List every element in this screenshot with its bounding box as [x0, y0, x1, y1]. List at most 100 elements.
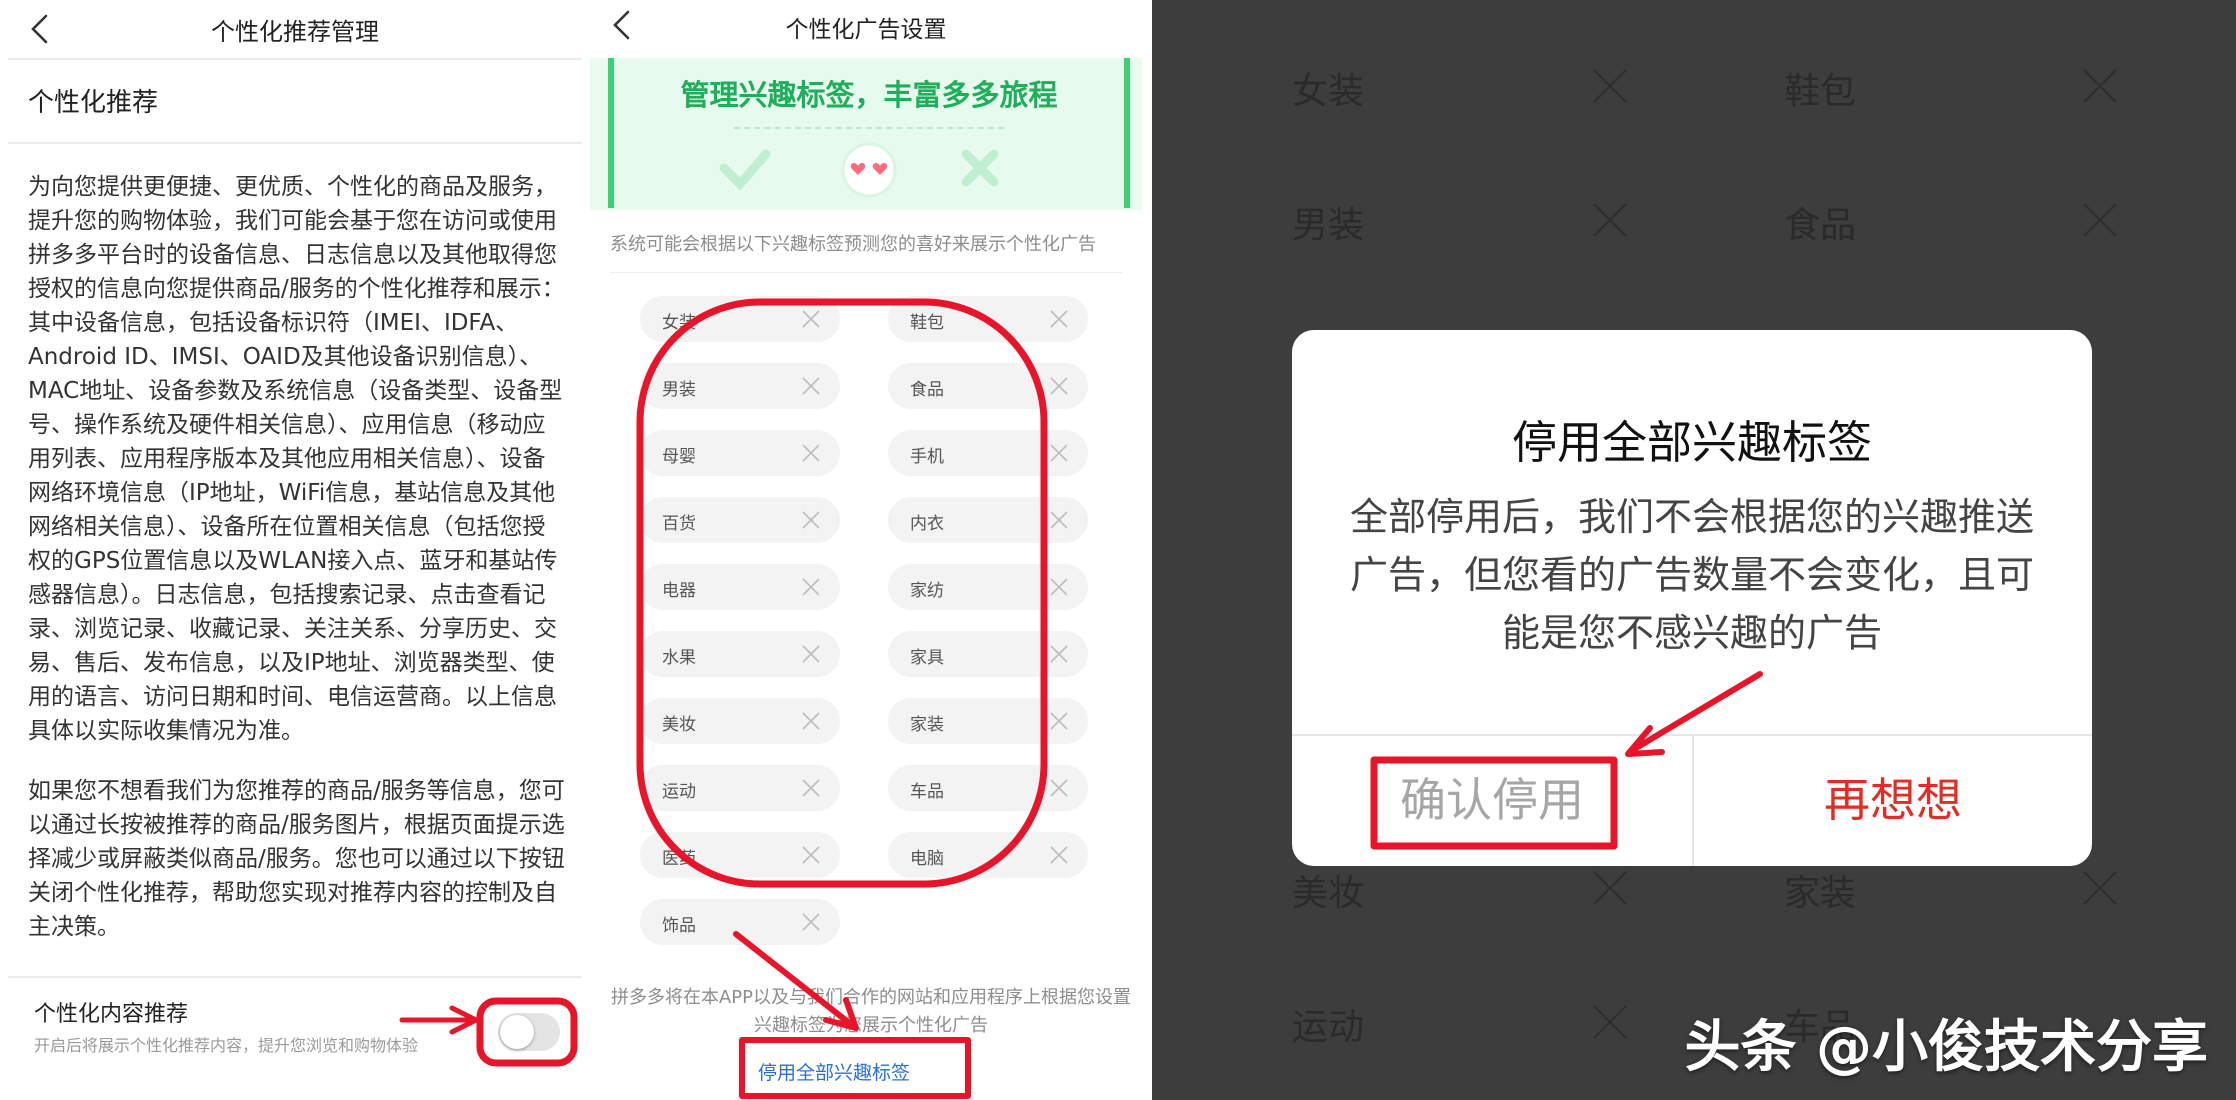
divider: [8, 142, 582, 144]
remove-tag-icon[interactable]: [802, 578, 820, 596]
tag-chip[interactable]: 鞋包: [888, 296, 1088, 342]
setting-description: 开启后将展示个性化推荐内容，提升您浏览和购物体验: [34, 1036, 419, 1055]
tag-chip[interactable]: 家纺: [888, 564, 1088, 610]
disable-all-tags-link[interactable]: 停用全部兴趣标签: [758, 1058, 910, 1085]
watermark: 头条 @小俊技术分享: [1684, 1015, 2209, 1080]
cancel-button[interactable]: 再想想: [1694, 734, 2092, 866]
close-icon: [1593, 871, 1627, 905]
confirm-dialog-panel: 女装 鞋包 男装 食品 美妆 家装 运动 车品 停用全部兴趣标签 全部停用后，我…: [1152, 0, 2236, 1100]
close-icon: [2083, 203, 2117, 237]
divider: [8, 976, 582, 978]
interest-hint: 系统可能会根据以下兴趣标签预测您的喜好来展示个性化广告: [610, 234, 1096, 255]
background-tag: 食品: [1784, 205, 1857, 246]
remove-tag-icon[interactable]: [802, 444, 820, 462]
personalized-content-toggle[interactable]: [498, 1013, 560, 1051]
remove-tag-icon[interactable]: [1050, 444, 1068, 462]
recommendation-settings-panel: 个性化推荐管理 个性化推荐 为向您提供更便捷、更优质、个性化的商品及服务，提升您…: [0, 0, 590, 1100]
tag-chip[interactable]: 水果: [640, 631, 840, 677]
description-paragraph: 为向您提供更便捷、更优质、个性化的商品及服务，提升您的购物体验，我们可能会基于您…: [28, 174, 565, 744]
setting-label: 个性化内容推荐: [34, 1002, 189, 1027]
ad-footnote: 拼多多将在本APP以及与我们合作的网站和应用程序上根据您设置兴趣标签为您展示个性…: [610, 987, 1132, 1036]
divider: [610, 272, 1122, 273]
banner-frame: 管理兴趣标签，丰富多多旅程: [608, 58, 1130, 208]
tag-label: 车品: [910, 782, 944, 802]
remove-tag-icon[interactable]: [1050, 846, 1068, 864]
tag-chip[interactable]: 电器: [640, 564, 840, 610]
disable-tags-dialog: 停用全部兴趣标签 全部停用后，我们不会根据您的兴趣推送广告，但您看的广告数量不会…: [1292, 330, 2092, 866]
tag-chip[interactable]: 手机: [888, 430, 1088, 476]
remove-tag-icon[interactable]: [1050, 511, 1068, 529]
close-icon: [2083, 69, 2117, 103]
ad-settings-panel: 个性化广告设置 管理兴趣标签，丰富多多旅程 系统可能会根据以下兴趣标签预测您的喜…: [590, 0, 1142, 1100]
remove-tag-icon[interactable]: [1050, 578, 1068, 596]
heart-eyes-face-icon: [841, 142, 897, 198]
remove-tag-icon[interactable]: [802, 377, 820, 395]
tag-label: 运动: [662, 782, 696, 802]
remove-tag-icon[interactable]: [1050, 779, 1068, 797]
close-icon: [1593, 203, 1627, 237]
dialog-title: 停用全部兴趣标签: [1511, 416, 1872, 469]
remove-tag-icon[interactable]: [1050, 645, 1068, 663]
page-title: 个性化推荐管理: [211, 18, 379, 46]
page-title: 个性化广告设置: [785, 17, 947, 43]
remove-tag-icon[interactable]: [1050, 310, 1068, 328]
background-tag: 运动: [1292, 1007, 1365, 1048]
remove-tag-icon[interactable]: [802, 846, 820, 864]
tag-chip[interactable]: 母婴: [640, 430, 840, 476]
background-tag: 家装: [1784, 873, 1857, 914]
section-title: 个性化推荐: [28, 88, 159, 118]
tag-chip[interactable]: 运动: [640, 765, 840, 811]
tag-label: 家装: [910, 715, 944, 735]
remove-tag-icon[interactable]: [802, 511, 820, 529]
tag-label: 家具: [910, 648, 944, 668]
banner-dashed-line: [734, 127, 1004, 129]
tag-label: 水果: [662, 648, 696, 668]
tag-label: 家纺: [910, 581, 944, 601]
tag-label: 饰品: [662, 916, 696, 936]
tag-label: 女装: [662, 313, 696, 333]
remove-tag-icon[interactable]: [802, 712, 820, 730]
tag-label: 医药: [662, 849, 696, 869]
tag-chip[interactable]: 女装: [640, 296, 840, 342]
tag-chip[interactable]: 男装: [640, 363, 840, 409]
remove-tag-icon[interactable]: [802, 779, 820, 797]
tag-chip[interactable]: 家具: [888, 631, 1088, 677]
tag-chip[interactable]: 食品: [888, 363, 1088, 409]
banner-title: 管理兴趣标签，丰富多多旅程: [680, 78, 1058, 112]
tag-label: 美妆: [662, 715, 696, 735]
tag-chip[interactable]: 电脑: [888, 832, 1088, 878]
background-tag: 男装: [1292, 205, 1365, 246]
tag-chip[interactable]: 家装: [888, 698, 1088, 744]
close-icon: [1593, 69, 1627, 103]
background-tag: 鞋包: [1784, 71, 1857, 112]
tag-chip[interactable]: 百货: [640, 497, 840, 543]
tag-label: 母婴: [662, 447, 696, 467]
divider: [8, 58, 582, 60]
tag-chip[interactable]: 医药: [640, 832, 840, 878]
interest-banner: 管理兴趣标签，丰富多多旅程: [590, 58, 1142, 210]
dialog-message: 全部停用后，我们不会根据您的兴趣推送广告，但您看的广告数量不会变化，且可能是您不…: [1349, 495, 2034, 655]
confirm-disable-button[interactable]: 确认停用: [1292, 734, 1692, 866]
remove-tag-icon[interactable]: [1050, 712, 1068, 730]
remove-tag-icon[interactable]: [802, 913, 820, 931]
tag-label: 鞋包: [910, 313, 944, 333]
background-tag: 美妆: [1292, 873, 1365, 914]
toggle-knob: [500, 1015, 534, 1049]
tag-label: 百货: [662, 514, 696, 534]
panel-gap: [1142, 0, 1152, 1100]
nav-bar: 个性化广告设置: [590, 0, 1142, 58]
description-paragraph-2: 如果您不想看我们为您推荐的商品/服务等信息，您可以通过长按被推荐的商品/服务图片…: [28, 778, 565, 940]
tag-label: 手机: [910, 447, 944, 467]
tag-label: 电器: [662, 581, 696, 601]
tag-chip[interactable]: 内衣: [888, 497, 1088, 543]
check-icon: [719, 149, 771, 191]
close-icon: [1593, 1005, 1627, 1039]
tag-chip[interactable]: 美妆: [640, 698, 840, 744]
remove-tag-icon[interactable]: [802, 645, 820, 663]
remove-tag-icon[interactable]: [802, 310, 820, 328]
tag-chip[interactable]: 车品: [888, 765, 1088, 811]
background-tag: 女装: [1292, 71, 1365, 112]
remove-tag-icon[interactable]: [1050, 377, 1068, 395]
banner-icons: [719, 142, 999, 198]
tag-chip[interactable]: 饰品: [640, 899, 840, 945]
